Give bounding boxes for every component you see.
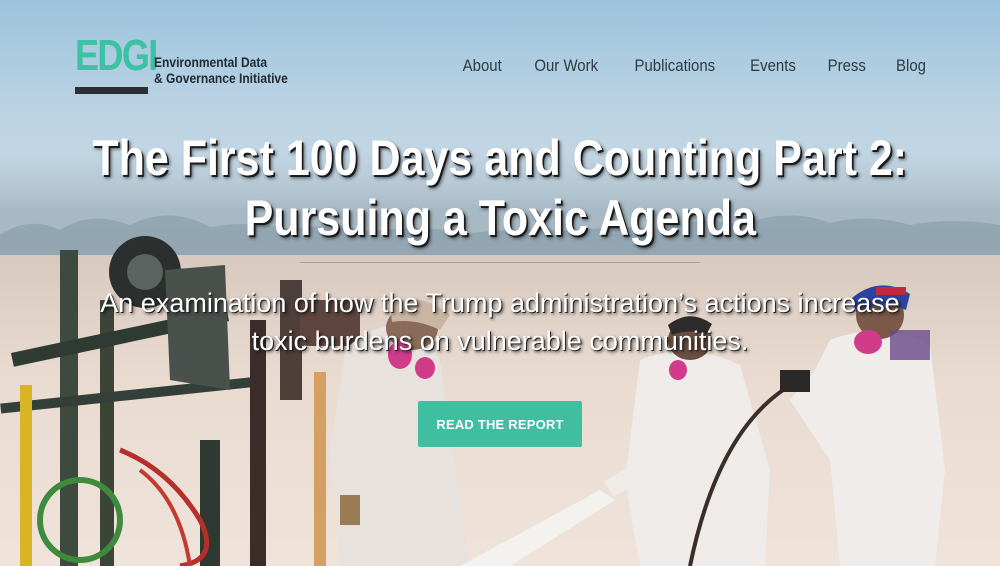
water-spray	[460, 490, 615, 566]
title-line-2: Pursuing a Toxic Agenda	[244, 190, 756, 246]
logo-name-line1: Environmental Data	[154, 54, 268, 70]
main-nav: About Our Work Publications Events Press…	[460, 56, 928, 76]
subtitle-line-2: toxic burdens on vulnerable communities.	[251, 326, 749, 356]
hero-subtitle: An examination of how the Trump administ…	[0, 284, 1000, 360]
subtitle-line-1: An examination of how the Trump administ…	[100, 288, 900, 318]
read-the-report-button[interactable]: READ THE REPORT	[418, 401, 582, 447]
logo-underline	[75, 87, 148, 94]
nav-item-press[interactable]: Press	[827, 56, 865, 76]
edgi-logo[interactable]: EDGI Environmental Data & Governance Ini…	[75, 34, 315, 100]
nav-item-our-work[interactable]: Our Work	[535, 56, 599, 76]
hero-background-image: EDGI Environmental Data & Governance Ini…	[0, 0, 1000, 566]
page-title: The First 100 Days and Counting Part 2: …	[0, 128, 1000, 248]
nav-item-events[interactable]: Events	[750, 56, 796, 76]
nav-item-publications[interactable]: Publications	[634, 56, 715, 76]
nav-item-about[interactable]: About	[463, 56, 502, 76]
logo-name-line2: & Governance Initiative	[154, 70, 288, 86]
logo-name: Environmental Data & Governance Initiati…	[154, 54, 288, 86]
logo-mark: EDGI	[75, 31, 158, 80]
title-divider	[300, 262, 700, 263]
title-line-1: The First 100 Days and Counting Part 2:	[92, 130, 908, 186]
nav-item-blog[interactable]: Blog	[896, 56, 926, 76]
